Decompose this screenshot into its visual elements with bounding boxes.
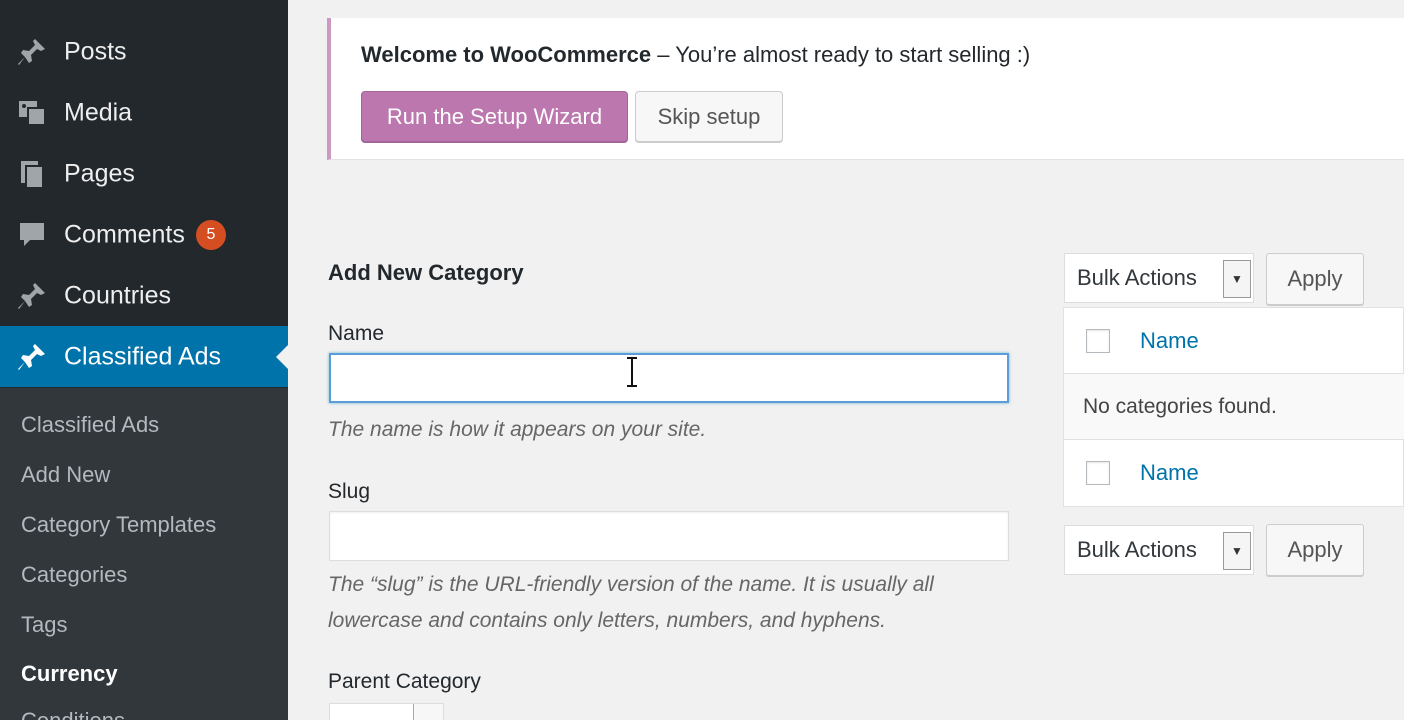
notice-text: Welcome to WooCommerce – You’re almost r… [361,42,1030,68]
text-cursor-icon [627,357,637,387]
submenu-item-conditions[interactable]: Conditions [21,708,125,720]
bulk-actions-select-top[interactable]: Bulk Actions ▼ [1064,253,1254,303]
menu-label: Media [64,98,133,126]
submenu-item-category-templates[interactable]: Category Templates [21,512,216,538]
submenu-item-tags[interactable]: Tags [21,612,67,638]
comment-icon [14,217,50,253]
table-footer-row: Name [1064,440,1404,506]
submenu-item-add-new[interactable]: Add New [21,462,110,488]
name-label: Name [328,322,385,345]
chevron-down-icon: ▼ [1223,260,1251,298]
column-footer-name[interactable]: Name [1140,460,1199,486]
bulk-actions-label: Bulk Actions [1077,537,1197,562]
skip-setup-button[interactable]: Skip setup [635,91,783,142]
slug-description-line-2: lowercase and contains only letters, num… [328,609,886,632]
add-new-category-heading: Add New Category [328,260,524,285]
menu-item-classified-ads[interactable]: Classified Ads [0,326,288,387]
name-input[interactable] [329,353,1009,403]
pushpin-icon [14,278,50,314]
menu-label: Comments [64,220,185,248]
categories-table: Name No categories found. Name [1063,307,1404,507]
parent-category-select[interactable] [329,703,444,720]
name-description: The name is how it appears on your site. [328,418,707,441]
run-setup-wizard-button[interactable]: Run the Setup Wizard [361,91,628,142]
bulk-actions-select-bottom[interactable]: Bulk Actions ▼ [1064,525,1254,575]
pushpin-icon [14,34,50,70]
submenu-item-categories[interactable]: Categories [21,562,127,588]
no-items-message: No categories found. [1083,394,1277,418]
menu-label: Classified Ads [64,342,222,370]
table-header-row: Name [1064,308,1404,374]
pages-icon [14,156,50,192]
woocommerce-notice: Welcome to WooCommerce – You’re almost r… [327,18,1404,160]
bulk-actions-label: Bulk Actions [1077,265,1197,290]
chevron-down-icon [413,704,443,720]
apply-button-top[interactable]: Apply [1266,253,1364,305]
comment-count-badge: 5 [196,219,226,250]
menu-item-pages[interactable]: Pages [0,143,288,204]
menu-item-media[interactable]: Media [0,82,288,143]
apply-button-bottom[interactable]: Apply [1266,524,1364,576]
select-all-checkbox[interactable] [1086,328,1110,353]
classified-ads-submenu: Classified Ads Add New Category Template… [0,388,288,720]
select-all-checkbox-footer[interactable] [1086,461,1110,485]
chevron-down-icon: ▼ [1223,532,1251,570]
slug-input[interactable] [329,511,1009,561]
notice-title: Welcome to WooCommerce [361,42,652,67]
menu-label: Pages [64,159,135,187]
slug-description-line-1: The “slug” is the URL-friendly version o… [328,573,934,596]
menu-label: Countries [64,281,171,309]
submenu-item-classified-ads[interactable]: Classified Ads [21,412,159,438]
menu-label: Posts [64,37,127,65]
parent-category-label: Parent Category [328,670,481,693]
menu-item-posts[interactable]: Posts [0,21,288,82]
menu-item-countries[interactable]: Countries [0,265,288,326]
notice-message: You’re almost ready to start selling :) [675,42,1031,67]
notice-dash: – [651,42,676,67]
admin-sidebar: Posts Media Pages Comments 5 Countries C… [0,0,288,720]
submenu-item-currency[interactable]: Currency [21,661,118,687]
media-icon [14,95,50,131]
table-row: No categories found. [1064,374,1404,440]
column-header-name[interactable]: Name [1140,328,1199,354]
pushpin-icon [14,339,50,375]
menu-item-comments[interactable]: Comments 5 [0,204,288,265]
slug-label: Slug [328,480,371,503]
